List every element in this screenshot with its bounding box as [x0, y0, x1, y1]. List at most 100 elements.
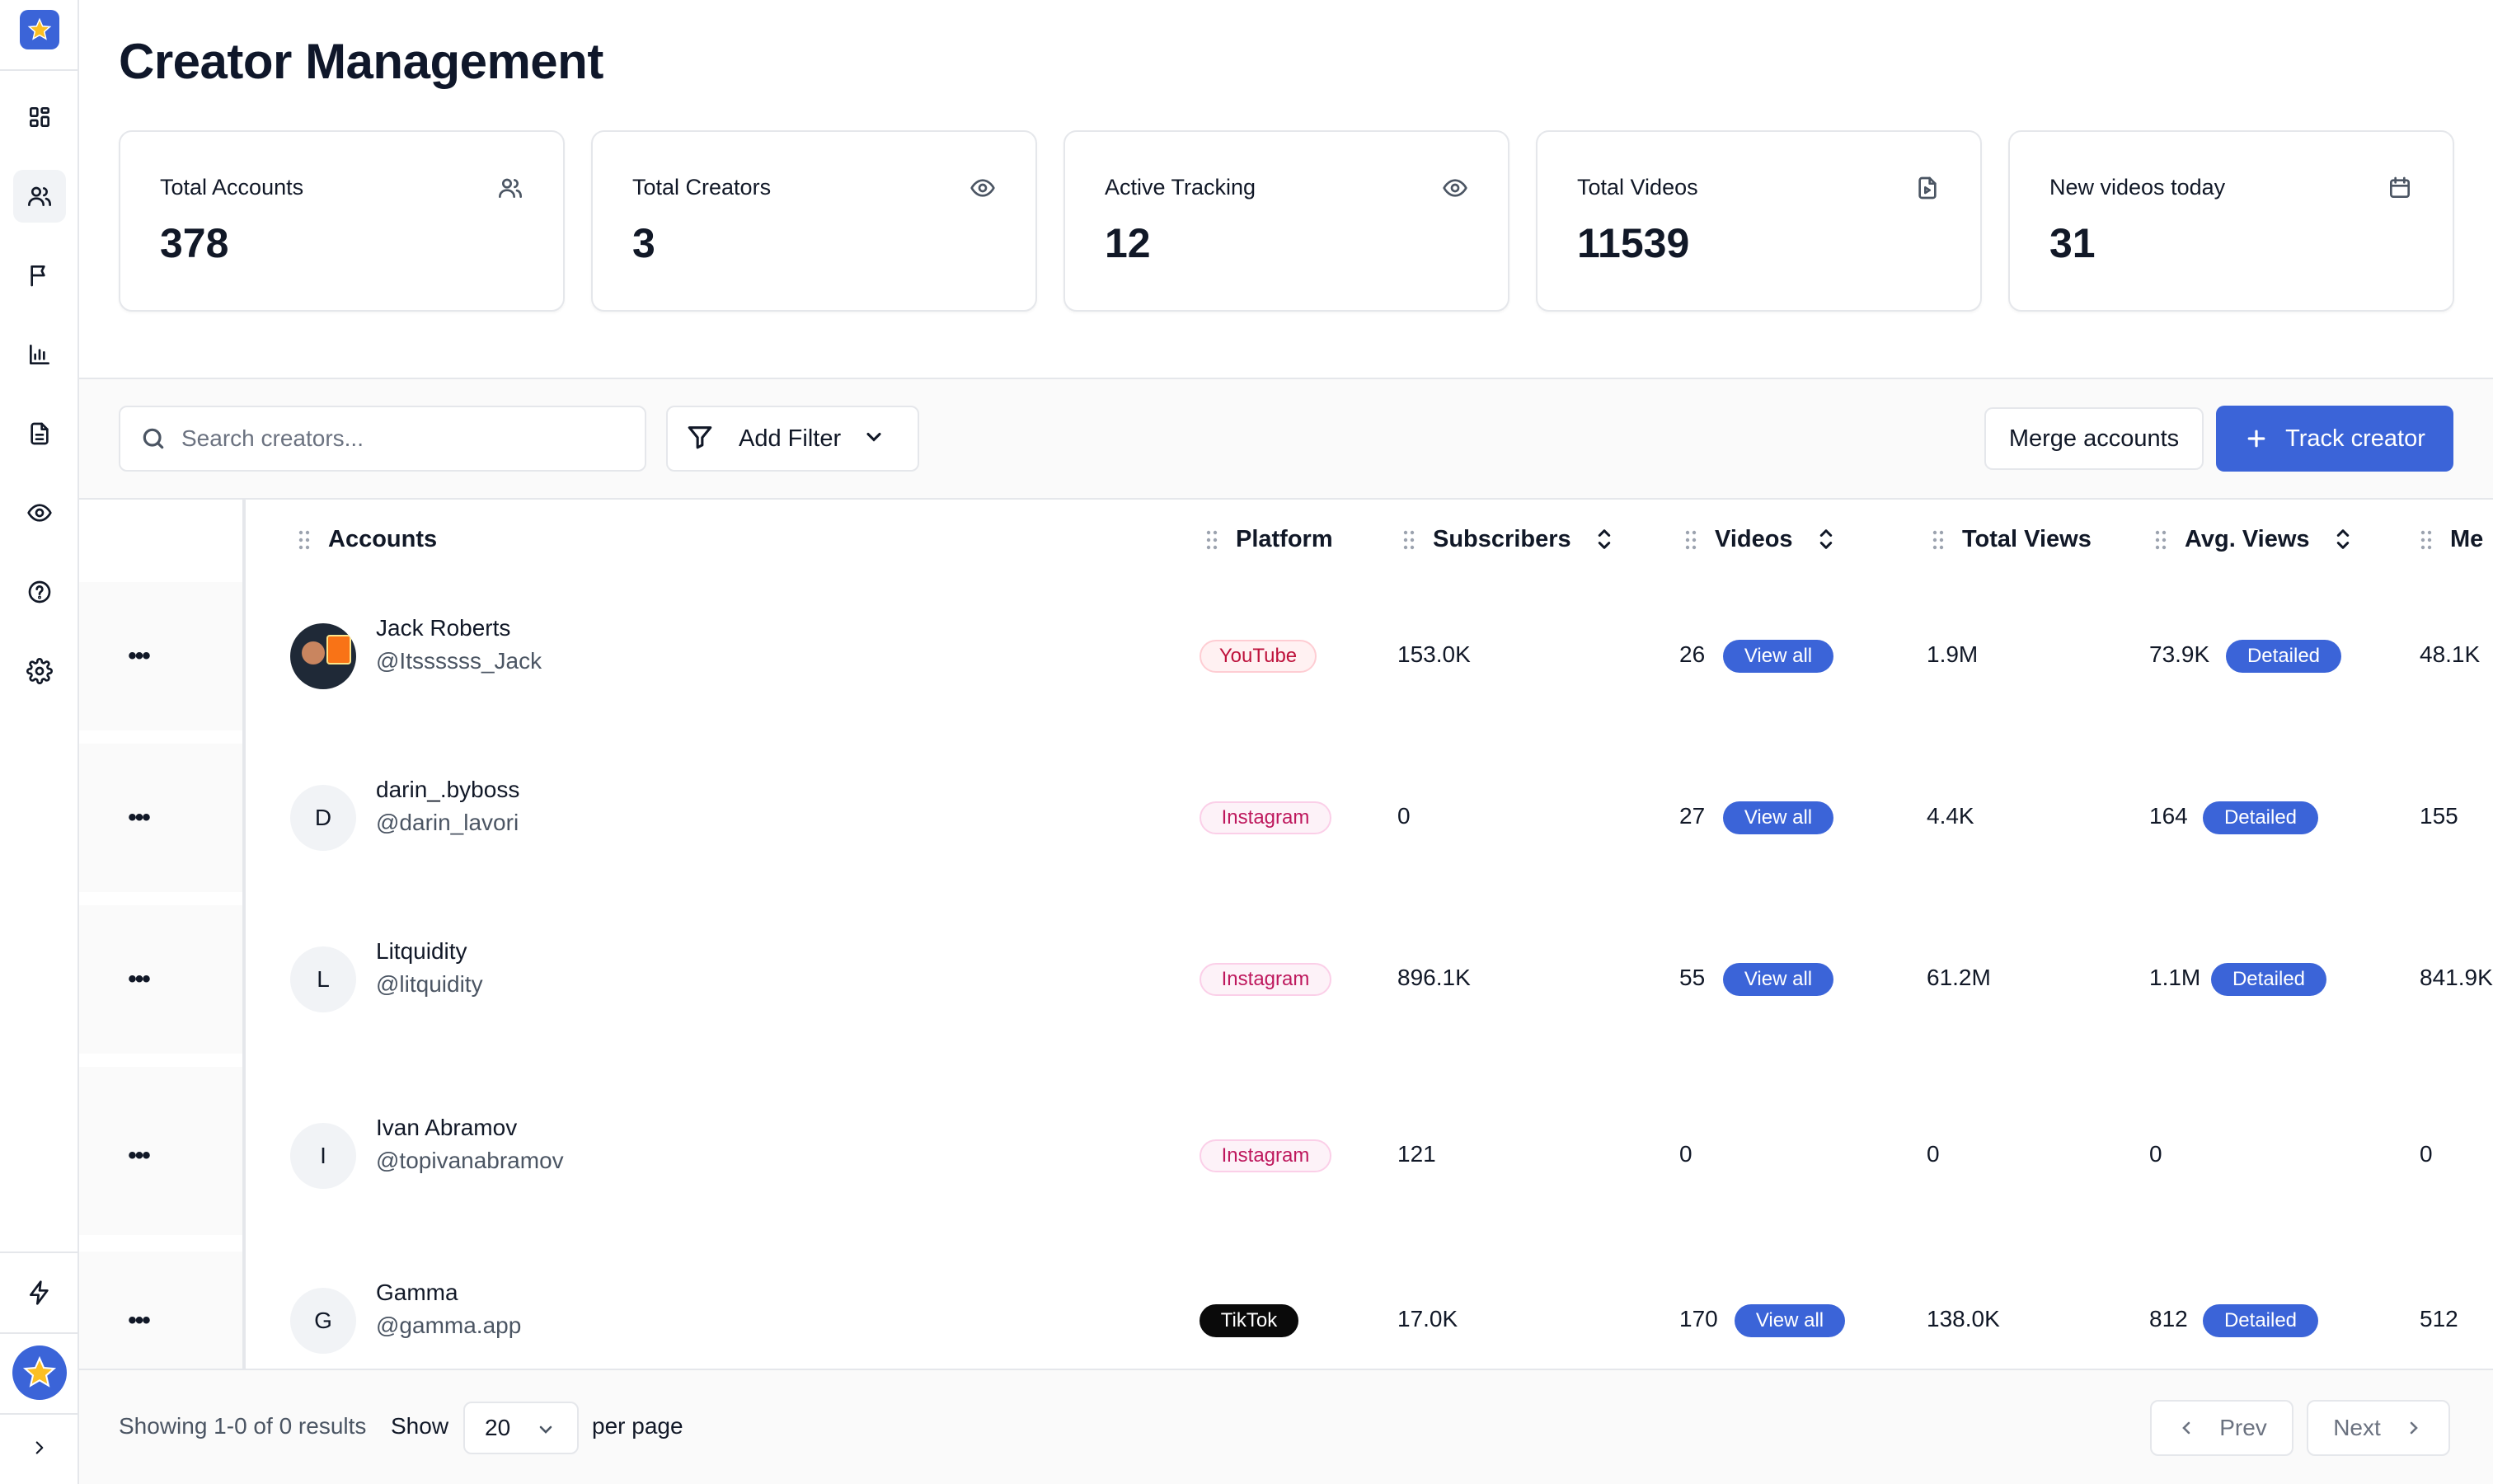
column-header-subscribers[interactable]: Subscribers [1403, 500, 1616, 579]
track-creator-button[interactable]: Track creator [2216, 406, 2453, 472]
stat-card-total-videos: Total Videos 11539 [1536, 130, 1982, 312]
sort-icon[interactable] [1815, 526, 1838, 552]
column-header-accounts[interactable]: Accounts [298, 500, 437, 579]
sidebar-item-help[interactable] [13, 566, 66, 618]
creator-handle: @Itssssss_Jack [376, 648, 542, 674]
creator-name: Gamma [376, 1280, 458, 1305]
sidebar-divider [0, 69, 77, 71]
detailed-button[interactable]: Detailed [2211, 963, 2326, 996]
row-actions-button[interactable]: ••• [122, 640, 155, 673]
app-logo[interactable] [20, 10, 59, 49]
subscribers-value: 17.0K [1397, 1306, 1458, 1331]
avg-views-value: 73.9K [2149, 641, 2210, 667]
column-title: Videos [1715, 525, 1793, 552]
column-title: Platform [1236, 525, 1333, 552]
drag-handle-icon[interactable] [1206, 529, 1218, 550]
sidebar-item-tracking[interactable] [13, 486, 66, 539]
avg-views-value: 0 [2149, 1141, 2162, 1167]
total-views-value: 1.9M [1927, 641, 1979, 667]
column-title: Me [2450, 525, 2484, 552]
sort-icon[interactable] [1593, 526, 1616, 552]
subscribers-value: 896.1K [1397, 965, 1471, 990]
total-views-value: 138.0K [1927, 1306, 2000, 1331]
chevron-right-icon [2410, 1421, 2418, 1435]
subscribers-value: 153.0K [1397, 641, 1471, 667]
drag-handle-icon[interactable] [1685, 529, 1697, 550]
drag-handle-icon[interactable] [2155, 529, 2167, 550]
sidebar-divider [0, 1252, 77, 1253]
avg-views-value: 164 [2149, 803, 2188, 829]
search-input[interactable] [181, 425, 610, 452]
detailed-button[interactable]: Detailed [2203, 1304, 2318, 1337]
merge-accounts-button[interactable]: Merge accounts [1984, 407, 2204, 470]
stat-value: 3 [632, 220, 655, 266]
videos-value: 0 [1679, 1141, 1693, 1167]
add-filter-button[interactable]: Add Filter [666, 406, 919, 472]
user-avatar[interactable] [12, 1345, 67, 1400]
chevron-right-icon [35, 1441, 44, 1454]
sidebar-item-documents[interactable] [13, 407, 66, 460]
eye-icon [970, 175, 996, 201]
star-icon [27, 17, 52, 40]
bar-chart-icon [30, 345, 49, 364]
table-row[interactable]: ••• G Gamma @gamma.app TikTok 17.0K 170 … [79, 1252, 2493, 1369]
search-box[interactable] [119, 406, 646, 472]
column-header-platform[interactable]: Platform [1206, 500, 1333, 579]
per-page-select[interactable]: 20 [463, 1402, 579, 1454]
column-title: Avg. Views [2185, 525, 2310, 552]
detailed-button[interactable]: Detailed [2203, 801, 2318, 834]
stat-card-total-creators: Total Creators 3 [591, 130, 1037, 312]
search-icon [143, 428, 164, 449]
detailed-button[interactable]: Detailed [2226, 640, 2341, 673]
view-all-button[interactable]: View all [1723, 801, 1833, 834]
table-row[interactable]: ••• L Litquidity @litquidity Instagram 8… [79, 905, 2493, 1054]
stat-card-total-accounts: Total Accounts 378 [119, 130, 565, 312]
avatar: I [290, 1123, 356, 1189]
prev-page-button[interactable]: Prev [2150, 1400, 2293, 1456]
stat-card-active-tracking: Active Tracking 12 [1063, 130, 1509, 312]
videos-value: 170 [1679, 1306, 1718, 1331]
users-icon [497, 175, 523, 201]
sidebar-item-dashboard[interactable] [13, 91, 66, 143]
view-all-button[interactable]: View all [1723, 963, 1833, 996]
avg-views-value: 1.1M [2149, 965, 2201, 990]
stat-value: 11539 [1577, 220, 1690, 266]
column-header-avg-views[interactable]: Avg. Views [2155, 500, 2354, 579]
sidebar-item-settings[interactable] [13, 645, 66, 697]
row-actions-button[interactable]: ••• [122, 801, 155, 834]
creator-name: Jack Roberts [376, 615, 511, 641]
view-all-button[interactable]: View all [1723, 640, 1833, 673]
row-actions-button[interactable]: ••• [122, 1139, 155, 1172]
column-header-median-views[interactable]: Me [2420, 500, 2483, 579]
lightning-icon [30, 1280, 49, 1305]
stat-label: Active Tracking [1105, 175, 1256, 200]
platform-badge: Instagram [1200, 1139, 1331, 1172]
column-header-videos[interactable]: Videos [1685, 500, 1838, 579]
creator-name: darin_.byboss [376, 777, 520, 802]
sort-icon[interactable] [2331, 526, 2354, 552]
sidebar-item-quick-actions[interactable] [13, 1266, 66, 1319]
sidebar-expand-button[interactable] [13, 1421, 66, 1474]
chevron-left-icon [2182, 1421, 2190, 1435]
table-row[interactable]: ••• D darin_.byboss @darin_lavori Instag… [79, 744, 2493, 892]
subscribers-value: 121 [1397, 1141, 1436, 1167]
avatar [290, 623, 356, 689]
drag-handle-icon[interactable] [1403, 529, 1415, 550]
creator-handle: @litquidity [376, 971, 483, 997]
next-page-button[interactable]: Next [2307, 1400, 2450, 1456]
settings-icon [26, 658, 53, 684]
row-actions-button[interactable]: ••• [122, 963, 155, 996]
avatar-thumbnail [326, 635, 351, 665]
column-header-total-views[interactable]: Total Views [1932, 500, 2092, 579]
table-row[interactable]: ••• I Ivan Abramov @topivanabramov Insta… [79, 1067, 2493, 1235]
view-all-button[interactable]: View all [1735, 1304, 1845, 1337]
sidebar-item-flag[interactable] [13, 249, 66, 302]
next-label: Next [2333, 1415, 2381, 1440]
row-actions-button[interactable]: ••• [122, 1304, 155, 1337]
drag-handle-icon[interactable] [2420, 529, 2432, 550]
drag-handle-icon[interactable] [1932, 529, 1944, 550]
table-row[interactable]: ••• Jack Roberts @Itssssss_Jack YouTube … [79, 582, 2493, 730]
drag-handle-icon[interactable] [298, 529, 310, 550]
sidebar-item-analytics[interactable] [13, 328, 66, 381]
sidebar-item-users[interactable] [13, 170, 66, 223]
